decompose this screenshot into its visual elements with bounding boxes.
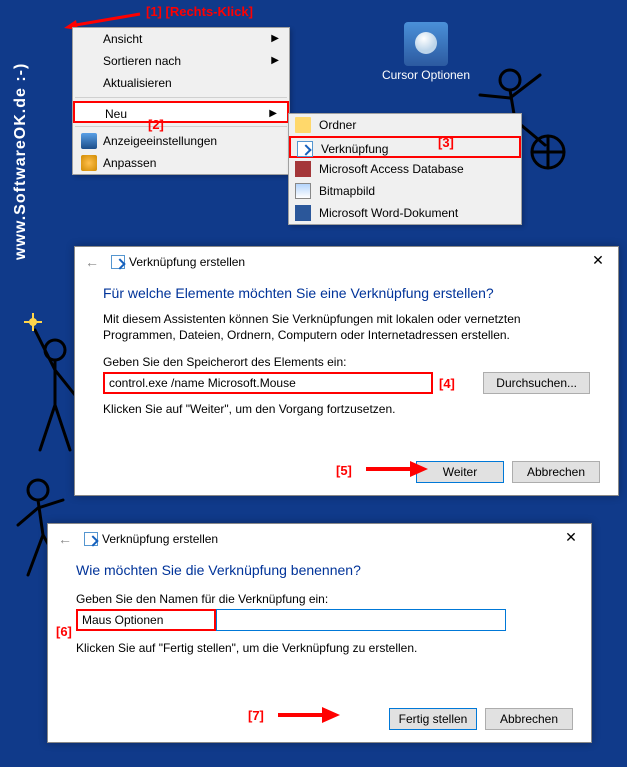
arrow-5 [362,458,432,480]
submenu-item-word[interactable]: Microsoft Word-Dokument [289,202,521,224]
dialog-description: Mit diesem Assistenten können Sie Verknü… [103,311,590,343]
hint-text: Klicken Sie auf "Fertig stellen", um die… [76,641,563,655]
close-button[interactable]: ✕ [578,247,618,275]
annotation-3: [3] [438,135,454,150]
shortcut-icon [111,255,125,269]
submenu-item-shortcut[interactable]: Verknüpfung [289,136,521,158]
menu-item-label: Sortieren nach [103,54,181,68]
name-label: Geben Sie den Namen für die Verknüpfung … [76,592,563,606]
cancel-button[interactable]: Abbrechen [485,708,573,730]
new-submenu: Ordner Verknüpfung Microsoft Access Data… [288,113,522,225]
menu-item-label: Ansicht [103,32,142,46]
access-icon [295,161,311,177]
name-input-highlight[interactable] [76,609,216,631]
dialog-heading: Für welche Elemente möchten Sie eine Ver… [103,285,590,301]
finish-button[interactable]: Fertig stellen [389,708,477,730]
arrow-7 [274,704,344,726]
personalize-icon [81,155,97,171]
watermark-text: www.SoftwareOK.de :-) [12,63,30,260]
titlebar: ← Verknüpfung erstellen ✕ [75,247,618,277]
name-input[interactable] [216,609,506,631]
bitmap-icon [295,183,311,199]
back-button[interactable]: ← [85,254,99,270]
cursor-icon [404,22,448,66]
annotation-7: [7] [248,708,264,723]
annotation-1: [1] [Rechts-Klick] [146,4,253,19]
submenu-item-label: Ordner [319,118,356,132]
dialog-title: Verknüpfung erstellen [102,532,218,546]
titlebar: ← Verknüpfung erstellen ✕ [48,524,591,554]
close-button[interactable]: ✕ [551,524,591,552]
annotation-5: [5] [336,463,352,478]
menu-item-display-settings[interactable]: Anzeigeeinstellungen [73,130,289,152]
display-icon [81,133,97,149]
menu-item-label: Anzeigeeinstellungen [103,134,217,148]
separator [75,97,287,98]
chevron-right-icon: ▶ [269,103,277,125]
submenu-item-bitmap[interactable]: Bitmapbild [289,180,521,202]
submenu-item-folder[interactable]: Ordner [289,114,521,136]
dialog-title: Verknüpfung erstellen [129,255,245,269]
shortcut-icon [84,532,98,546]
menu-item-label: Aktualisieren [103,76,172,90]
location-input[interactable] [103,372,433,394]
submenu-item-label: Microsoft Access Database [319,162,464,176]
menu-item-view[interactable]: Ansicht ▶ [73,28,289,50]
submenu-item-access[interactable]: Microsoft Access Database [289,158,521,180]
submenu-item-label: Bitmapbild [319,184,375,198]
chevron-right-icon: ▶ [271,50,279,72]
dialog-heading: Wie möchten Sie die Verknüpfung benennen… [76,562,563,578]
annotation-6: [6] [56,624,72,639]
folder-icon [295,117,311,133]
annotation-2: [2] [148,117,164,132]
location-label: Geben Sie den Speicherort des Elements e… [103,355,590,369]
desktop-context-menu: Ansicht ▶ Sortieren nach ▶ Aktualisieren… [72,27,290,175]
shortcut-icon [297,141,313,157]
word-icon [295,205,311,221]
menu-item-label: Neu [105,107,127,121]
cancel-button[interactable]: Abbrechen [512,461,600,483]
chevron-right-icon: ▶ [271,28,279,50]
annotation-4: [4] [439,376,455,391]
menu-item-refresh[interactable]: Aktualisieren [73,72,289,94]
hint-text: Klicken Sie auf "Weiter", um den Vorgang… [103,402,590,416]
create-shortcut-dialog-1: ← Verknüpfung erstellen ✕ Für welche Ele… [74,246,619,496]
back-button[interactable]: ← [58,531,72,547]
menu-item-sort[interactable]: Sortieren nach ▶ [73,50,289,72]
menu-item-label: Anpassen [103,156,156,170]
submenu-item-label: Microsoft Word-Dokument [319,206,458,220]
menu-item-personalize[interactable]: Anpassen [73,152,289,174]
menu-item-new[interactable]: Neu ▶ [73,101,289,123]
browse-button[interactable]: Durchsuchen... [483,372,590,394]
separator [75,126,287,127]
submenu-item-label: Verknüpfung [321,142,388,156]
